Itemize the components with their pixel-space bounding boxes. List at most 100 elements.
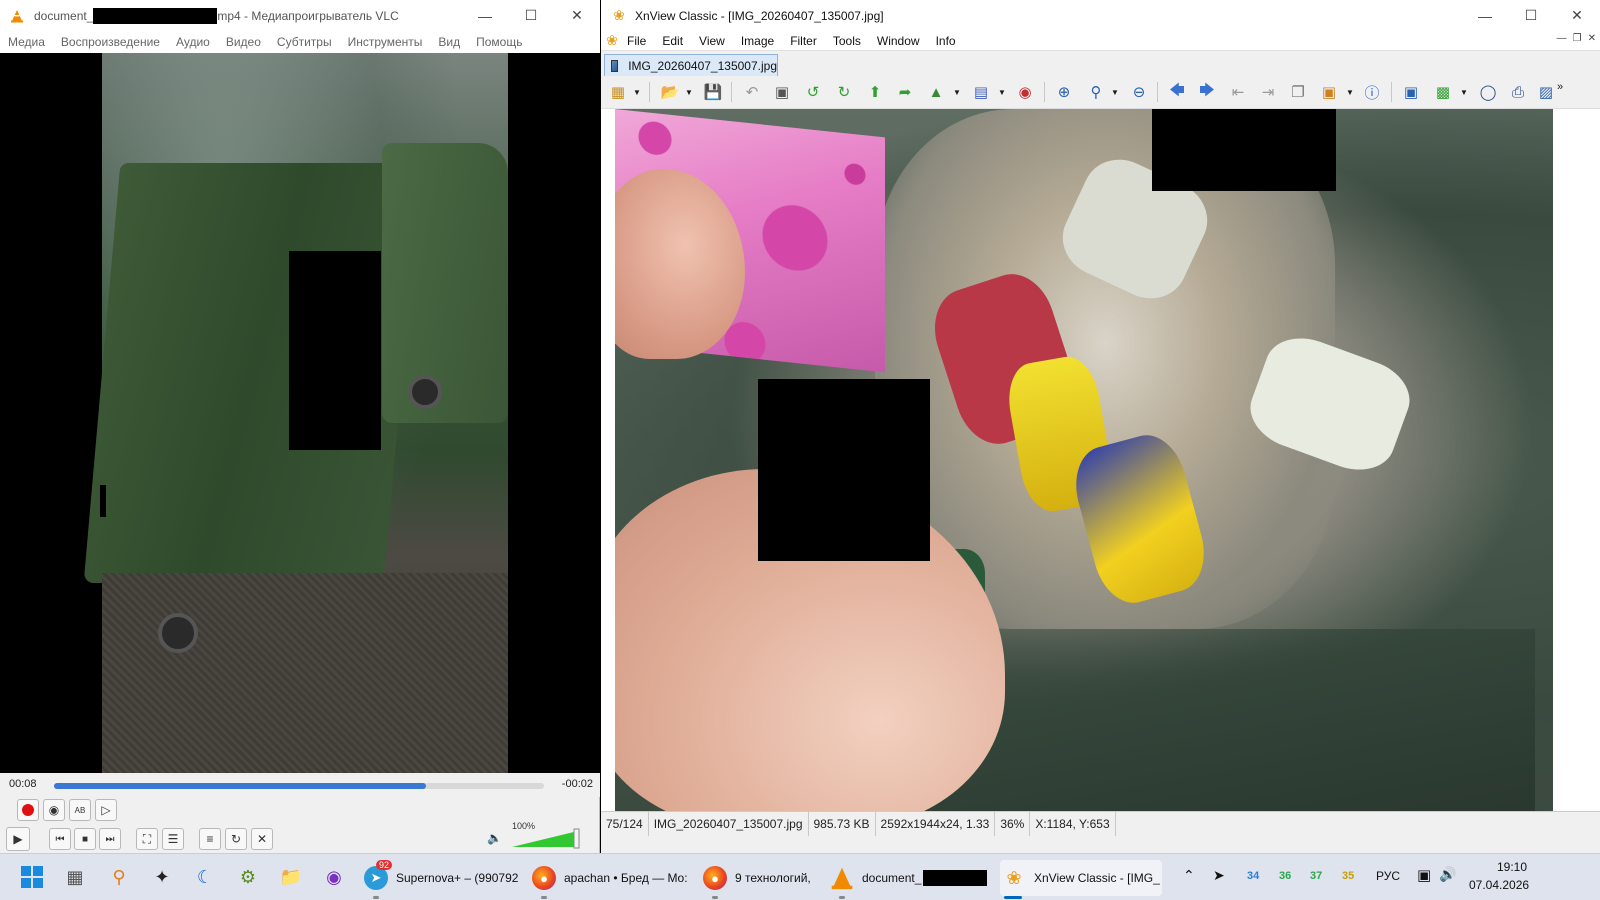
menu-playback[interactable]: Воспроизведение xyxy=(61,35,160,49)
undo-icon[interactable]: ↶ xyxy=(741,81,763,103)
dropdown-arrow-icon[interactable]: ▼ xyxy=(631,81,643,103)
rotate-right-icon[interactable]: ↻ xyxy=(833,81,855,103)
dropdown-arrow-icon[interactable]: ▼ xyxy=(951,81,963,103)
rotate-left-icon[interactable]: ↺ xyxy=(802,81,824,103)
open-folder-icon[interactable]: 📂 xyxy=(659,81,681,103)
first-image-icon[interactable]: ⇤ xyxy=(1227,81,1249,103)
dropdown-arrow-icon[interactable]: ▼ xyxy=(1458,81,1470,103)
xnview-title-bar[interactable]: ❀ XnView Classic - [IMG_20260407_135007.… xyxy=(601,0,1600,31)
tray-indicator-3[interactable]: 37 xyxy=(1310,870,1322,882)
video-surface[interactable] xyxy=(0,53,600,773)
previous-button[interactable]: ⏮ xyxy=(49,828,71,850)
zoom-fit-icon[interactable]: ⚲ xyxy=(1085,81,1107,103)
toolbar-overflow-icon[interactable]: » xyxy=(1553,76,1567,98)
browser-icon[interactable]: ▦ xyxy=(607,81,629,103)
clock-date[interactable]: 07.04.2026 xyxy=(1469,878,1529,892)
zoom-out-icon[interactable]: ⊖ xyxy=(1128,81,1150,103)
fullscreen-button[interactable]: ⛶ xyxy=(136,828,158,850)
menu-tools[interactable]: Инструменты xyxy=(348,35,423,49)
vlc-title-bar[interactable]: document_ mp4 - Медиапроигрыватель VLC —… xyxy=(0,0,600,31)
tray-indicator-1[interactable]: 34 xyxy=(1247,870,1259,882)
minimize-button[interactable]: — xyxy=(1462,0,1508,31)
tray-telegram-icon[interactable]: ➤ xyxy=(1213,867,1225,884)
fit-window-icon[interactable]: ▣ xyxy=(1400,81,1422,103)
playlist-button[interactable]: ≡ xyxy=(199,828,221,850)
menu-filter[interactable]: Filter xyxy=(790,34,817,48)
minimize-button[interactable]: — xyxy=(462,0,508,31)
save-icon[interactable]: 💾 xyxy=(702,81,724,103)
xnview-doc-icon[interactable]: ❀ xyxy=(605,32,619,49)
menu-view[interactable]: View xyxy=(699,34,725,48)
play-button[interactable]: ▶ xyxy=(6,827,30,851)
convert-icon[interactable]: ▩ xyxy=(1432,81,1454,103)
time-remaining[interactable]: -00:02 xyxy=(562,778,593,790)
taskbar-app-xnview[interactable]: ❀ XnView Classic - [IMG_ xyxy=(1000,860,1162,896)
taskbar-app-firefox-2[interactable]: ● 9 технологий, xyxy=(703,860,823,896)
speaker-icon[interactable]: 🔈 xyxy=(487,831,502,845)
language-indicator[interactable]: РУС xyxy=(1376,869,1400,883)
move-up-icon[interactable]: ⬆ xyxy=(864,81,886,103)
tray-overflow-icon[interactable]: ⌃ xyxy=(1183,867,1195,884)
slideshow-icon[interactable]: ▣ xyxy=(1318,81,1340,103)
maximize-button[interactable]: ☐ xyxy=(508,0,554,31)
menu-help[interactable]: Помощь xyxy=(476,35,522,49)
extended-settings-button[interactable]: ☰ xyxy=(162,828,184,850)
zoom-in-icon[interactable]: ⊕ xyxy=(1053,81,1075,103)
eclipse-app-icon[interactable]: ☾ xyxy=(192,864,218,890)
seek-bar[interactable] xyxy=(54,783,544,789)
menu-audio[interactable]: Аудио xyxy=(176,35,210,49)
windows-icon[interactable]: ❐ xyxy=(1287,81,1309,103)
dropdown-arrow-icon[interactable]: ▼ xyxy=(683,81,695,103)
menu-file[interactable]: File xyxy=(627,34,646,48)
menu-media[interactable]: Медиа xyxy=(8,35,45,49)
gear-app-icon[interactable]: ⚙ xyxy=(235,864,261,890)
network-icon[interactable]: ▣ xyxy=(1417,866,1431,884)
menu-image[interactable]: Image xyxy=(741,34,774,48)
search-icon[interactable]: ⚲ xyxy=(106,864,132,890)
tor-browser-icon[interactable]: ◉ xyxy=(321,864,347,890)
crop-icon[interactable]: ▣ xyxy=(771,81,793,103)
mdi-close-icon[interactable]: ✕ xyxy=(1588,33,1596,44)
volume-slider[interactable] xyxy=(512,827,580,849)
loop-button[interactable]: ↻ xyxy=(225,828,247,850)
print-icon[interactable]: ⎙ xyxy=(1507,81,1529,103)
snapshot-button[interactable]: ◉ xyxy=(43,799,65,821)
image-viewport[interactable] xyxy=(601,109,1600,811)
calculator-icon[interactable]: ▦ xyxy=(62,864,88,890)
next-button[interactable]: ⏭ xyxy=(99,828,121,850)
stop-button[interactable]: ■ xyxy=(74,828,96,850)
close-button[interactable]: ✕ xyxy=(1554,0,1600,31)
taskbar-app-firefox-1[interactable]: ● apachan • Бред — Mo: xyxy=(532,860,692,896)
menu-edit[interactable]: Edit xyxy=(662,34,683,48)
tray-indicator-4[interactable]: 35 xyxy=(1342,870,1354,882)
dropdown-arrow-icon[interactable]: ▼ xyxy=(1344,81,1356,103)
volume-icon[interactable]: 🔊 xyxy=(1439,866,1456,883)
record-button[interactable] xyxy=(17,799,39,821)
properties-icon[interactable]: ⓘ xyxy=(1361,81,1383,103)
menu-window[interactable]: Window xyxy=(877,34,920,48)
close-button[interactable]: ✕ xyxy=(554,0,600,31)
menu-view[interactable]: Вид xyxy=(438,35,460,49)
frame-step-button[interactable]: ▷ xyxy=(95,799,117,821)
adjust-colors-icon[interactable]: ▤ xyxy=(970,81,992,103)
dropdown-arrow-icon[interactable]: ▼ xyxy=(996,81,1008,103)
document-tab[interactable]: IMG_20260407_135007.jpg xyxy=(604,54,778,76)
maximize-button[interactable]: ☐ xyxy=(1508,0,1554,31)
export-icon[interactable]: ▲ xyxy=(925,81,947,103)
tray-indicator-2[interactable]: 36 xyxy=(1279,870,1291,882)
shuffle-button[interactable]: ✕ xyxy=(251,828,273,850)
taskbar-app-vlc[interactable]: document_ xyxy=(830,860,998,896)
copy-to-icon[interactable]: ➦ xyxy=(894,81,916,103)
taskbar-app-telegram[interactable]: ➤ 92 Supernova+ – (990792 xyxy=(364,860,524,896)
fox-app-icon[interactable]: ✦ xyxy=(149,864,175,890)
last-image-icon[interactable]: ⇥ xyxy=(1257,81,1279,103)
windows-start-icon[interactable] xyxy=(19,864,45,890)
mdi-minimize-icon[interactable]: — xyxy=(1557,33,1567,44)
loop-ab-button[interactable]: AB xyxy=(69,799,91,821)
file-explorer-icon[interactable]: 📁 xyxy=(278,864,304,890)
next-image-icon[interactable]: 🡆 xyxy=(1196,81,1218,103)
mdi-restore-icon[interactable]: ❐ xyxy=(1573,33,1582,44)
previous-image-icon[interactable]: 🡄 xyxy=(1166,81,1188,103)
menu-info[interactable]: Info xyxy=(936,34,956,48)
red-eye-icon[interactable]: ◉ xyxy=(1014,81,1036,103)
